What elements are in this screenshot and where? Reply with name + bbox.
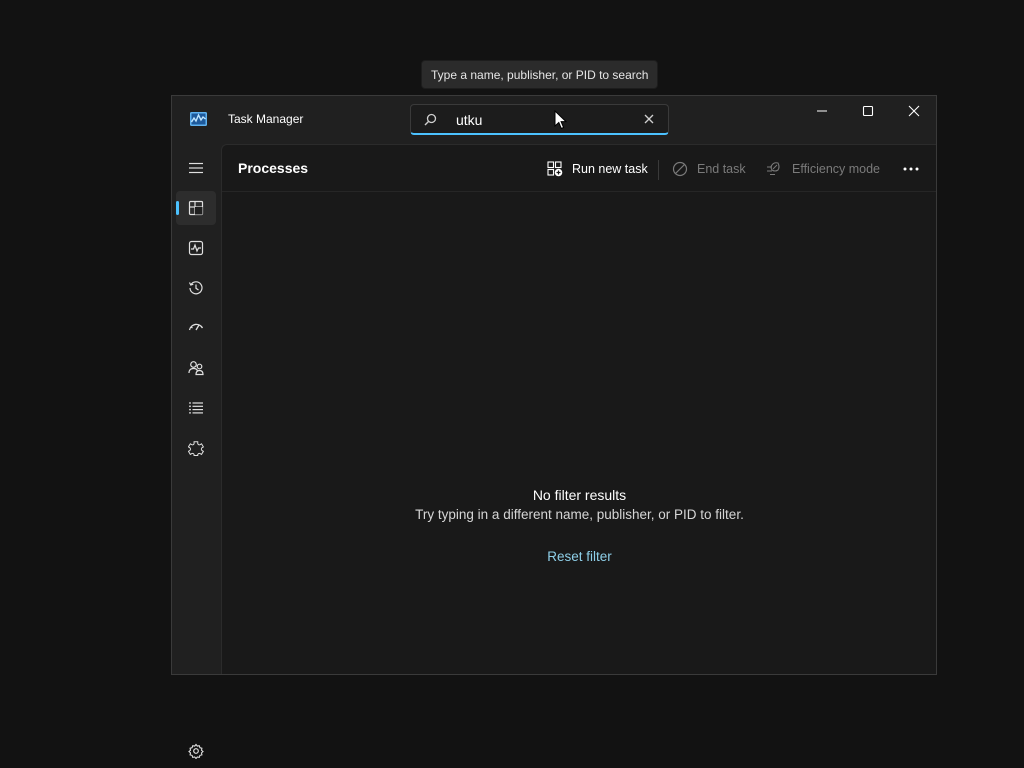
search-tooltip: Type a name, publisher, or PID to search xyxy=(421,60,659,89)
details-icon xyxy=(189,402,203,414)
search-input[interactable] xyxy=(456,109,626,131)
startup-apps-icon xyxy=(188,323,204,331)
app-history-icon xyxy=(188,281,203,295)
settings-icon xyxy=(188,743,204,759)
clear-search-icon[interactable] xyxy=(643,113,655,125)
sidebar-item-details[interactable] xyxy=(176,391,216,425)
services-icon xyxy=(188,441,204,456)
close-button[interactable] xyxy=(891,96,937,126)
sidebar-item-processes[interactable] xyxy=(176,191,216,225)
search-box[interactable] xyxy=(410,104,669,135)
reset-filter-link[interactable]: Reset filter xyxy=(172,549,987,564)
efficiency-mode-button[interactable]: Efficiency mode xyxy=(766,154,880,184)
sidebar-item-app-history[interactable] xyxy=(176,271,216,305)
mouse-pointer-icon xyxy=(554,110,568,130)
processes-page: Processes Run new task End task Efficien… xyxy=(221,144,936,674)
sidebar-item-settings[interactable] xyxy=(176,734,216,768)
empty-state-title: No filter results xyxy=(532,487,627,503)
sidebar-item-performance[interactable] xyxy=(176,231,216,265)
efficiency-mode-icon xyxy=(767,162,780,176)
users-icon xyxy=(188,361,204,376)
header-divider xyxy=(222,191,936,192)
sidebar-item-startup-apps[interactable] xyxy=(176,311,216,345)
performance-icon xyxy=(188,240,204,256)
maximize-icon xyxy=(862,105,874,117)
task-manager-app-icon xyxy=(190,112,207,126)
minimize-button[interactable] xyxy=(799,96,845,126)
end-task-label: End task xyxy=(697,162,746,176)
close-icon xyxy=(908,105,920,117)
run-new-task-icon xyxy=(547,161,563,177)
page-title: Processes xyxy=(238,160,309,176)
minimize-icon xyxy=(817,110,827,112)
sidebar-item-services[interactable] xyxy=(176,431,216,465)
empty-state-message: Try typing in a different name, publishe… xyxy=(415,507,744,522)
maximize-button[interactable] xyxy=(845,96,891,126)
app-title: Task Manager xyxy=(228,112,304,126)
run-new-task-button[interactable]: Run new task xyxy=(547,154,648,184)
active-indicator xyxy=(176,201,179,215)
search-icon xyxy=(424,113,437,126)
sidebar-item-users[interactable] xyxy=(176,351,216,385)
hamburger-menu-icon xyxy=(189,162,203,174)
task-manager-window: Task Manager utku Processes Run new task… xyxy=(171,95,937,759)
more-options-icon xyxy=(903,167,919,171)
processes-icon xyxy=(188,200,204,216)
sidebar xyxy=(172,144,220,759)
end-task-icon xyxy=(672,161,688,177)
end-task-button[interactable]: End task xyxy=(672,154,746,184)
hamburger-menu-button[interactable] xyxy=(176,151,216,185)
toolbar-divider xyxy=(658,160,659,180)
run-new-task-label: Run new task xyxy=(572,162,648,176)
more-options-button[interactable] xyxy=(897,156,925,182)
efficiency-mode-label: Efficiency mode xyxy=(792,162,881,176)
